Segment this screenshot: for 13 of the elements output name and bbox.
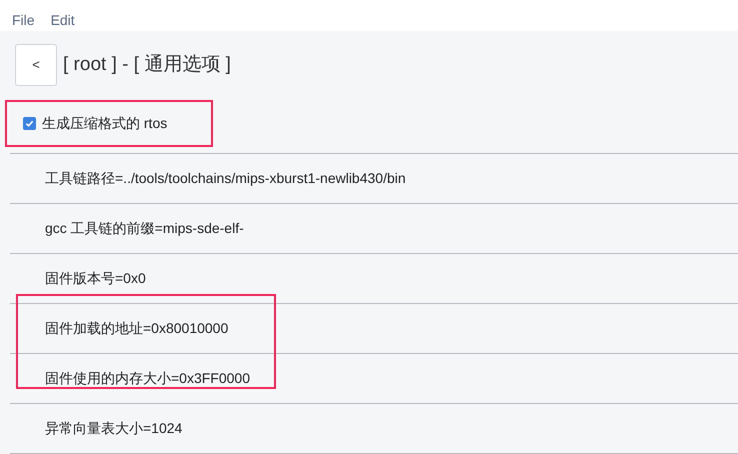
option-item[interactable]: 固件版本号=0x0 — [45, 268, 146, 289]
page-title: [ root ] - [ 通用选项 ] — [63, 52, 231, 77]
option-item[interactable]: 工具链路径=../tools/toolchains/mips-xburst1-newlib430/bin — [45, 168, 406, 189]
menu-item[interactable]: Edit — [50, 10, 75, 31]
menu-item[interactable]: File — [12, 10, 35, 31]
option-item[interactable]: 异常向量表大小=1024 — [45, 418, 182, 439]
option-item[interactable]: 固件加载的地址=0x80010000 — [45, 318, 228, 339]
check-icon — [25, 118, 34, 128]
checkbox-label: 生成压缩格式的 rtos — [42, 114, 168, 132]
back-button[interactable]: < — [15, 44, 57, 86]
checkbox[interactable] — [23, 116, 36, 130]
option-item[interactable]: gcc 工具链的前缀=mips-sde-elf- — [45, 218, 244, 239]
option-item[interactable]: 固件使用的内存大小=0x3FF0000 — [45, 368, 250, 389]
